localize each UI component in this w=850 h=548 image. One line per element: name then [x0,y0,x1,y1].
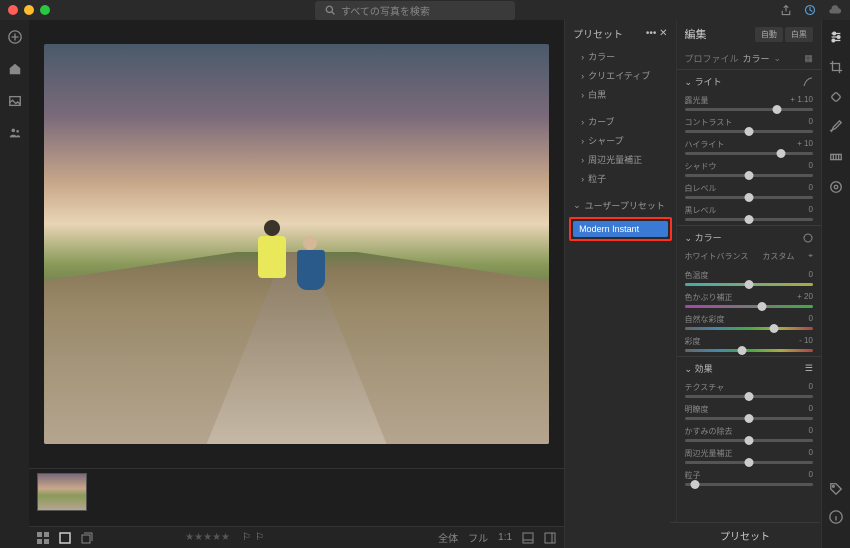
zoom-1to1[interactable]: 1:1 [498,532,512,543]
stack-icon[interactable] [81,532,93,544]
profile-label: プロファイル [685,52,739,65]
radial-gradient-icon[interactable] [829,180,843,194]
chevron-right-icon: › [581,155,584,165]
grid-view-icon[interactable] [37,532,49,544]
people-icon[interactable] [8,126,22,140]
info-toggle-icon[interactable] [544,532,556,544]
close-window[interactable] [8,5,18,15]
home-icon[interactable] [8,62,22,76]
chevron-right-icon: › [581,71,584,81]
chevron-down-icon: ⌄ [685,364,693,374]
chevron-right-icon: › [581,117,584,127]
preset-group[interactable]: ›カラー [565,47,675,66]
auto-button[interactable]: 自動 [755,27,783,42]
selected-preset-highlight: Modern Instant [569,217,671,241]
filmstrip-toggle-icon[interactable] [522,532,534,544]
zoom-fit[interactable]: 全体 [438,530,458,545]
detail-view-icon[interactable] [59,532,71,544]
edit-panel: 編集 自動 白黒 プロファイル カラー ⌄ ▦ ⌄ ライト 露光量+ 1.10コ… [676,20,821,548]
light-section[interactable]: ライト [695,77,722,87]
adjust-icon[interactable] [829,30,843,44]
preset-group[interactable]: ›白黒 [565,85,675,104]
chevron-down-icon: ⌄ [573,200,581,211]
crop-icon[interactable] [829,60,843,74]
canvas-area: ★★★★★ ⚐ ⚐ 全体 フル 1:1 [29,20,564,548]
linear-gradient-icon[interactable] [829,150,843,164]
chevron-down-icon: ⌄ [685,77,693,87]
preset-group[interactable]: ›粒子 [565,169,675,188]
share-icon[interactable] [780,4,792,16]
zoom-full[interactable]: フル [468,530,488,545]
curve-icon[interactable] [803,77,813,87]
slider-ハイライト[interactable]: ハイライト+ 10 [677,137,821,159]
search-icon [325,5,335,15]
search-placeholder: すべての写真を検索 [341,3,430,18]
slider-色かぶり補正[interactable]: 色かぶり補正+ 20 [677,290,821,312]
wb-value[interactable]: カスタム [762,251,794,262]
chevron-down-icon: ⌄ [685,233,693,243]
effects-section[interactable]: 効果 [695,364,713,374]
right-toolbar [821,20,850,548]
color-section[interactable]: カラー [695,233,722,243]
slider-かすみの除去[interactable]: かすみの除去0 [677,424,821,446]
titlebar: すべての写真を検索 [0,0,850,20]
color-wheel-icon[interactable] [803,233,813,243]
slider-色温度[interactable]: 色温度0 [677,268,821,290]
left-sidebar [0,20,29,548]
effects-menu-icon[interactable]: ☰ [805,363,813,374]
cloud-icon[interactable] [828,4,842,16]
preset-group[interactable]: ›周辺光量補正 [565,150,675,169]
slider-白レベル[interactable]: 白レベル0 [677,181,821,203]
slider-露光量[interactable]: 露光量+ 1.10 [677,93,821,115]
star-rating[interactable]: ★★★★★ [185,532,230,543]
search-input[interactable]: すべての写真を検索 [315,1,515,20]
eyedropper-icon[interactable]: ⌖ [808,251,813,262]
preset-group[interactable]: ›シャープ [565,131,675,150]
brush-icon[interactable] [829,120,843,134]
slider-シャドウ[interactable]: シャドウ0 [677,159,821,181]
slider-周辺光量補正[interactable]: 周辺光量補正0 [677,446,821,468]
wb-label: ホワイトバランス [685,251,749,262]
add-icon[interactable] [8,30,22,44]
chevron-right-icon: › [581,174,584,184]
edit-title: 編集 [685,26,707,42]
sync-icon[interactable] [804,4,816,16]
photos-icon[interactable] [8,94,22,108]
bw-button[interactable]: 白黒 [785,27,813,42]
profile-value[interactable]: カラー [743,52,770,65]
thumbnail[interactable] [37,473,87,511]
chevron-down-icon: ⌄ [774,53,782,64]
presets-title: プリセット [573,26,623,41]
window-controls [8,5,50,15]
slider-彩度[interactable]: 彩度- 10 [677,334,821,356]
profile-grid-icon[interactable]: ▦ [804,53,813,64]
chevron-right-icon: › [581,136,584,146]
preset-footer[interactable]: プリセット [670,522,820,548]
preset-group[interactable]: ›クリエイティブ [565,66,675,85]
tag-icon[interactable] [829,482,843,496]
user-presets-group[interactable]: ⌄ ユーザープリセット [565,196,675,215]
heal-icon[interactable] [829,90,843,104]
minimize-window[interactable] [24,5,34,15]
preset-modern-instant[interactable]: Modern Instant [573,221,667,237]
slider-自然な彩度[interactable]: 自然な彩度0 [677,312,821,334]
presets-menu[interactable]: ••• ✕ [646,28,668,39]
slider-黒レベル[interactable]: 黒レベル0 [677,203,821,225]
preset-group[interactable]: ›カーブ [565,112,675,131]
flag-reject-icon[interactable]: ⚐ [255,532,264,543]
main-photo[interactable] [44,44,549,444]
bottom-toolbar: ★★★★★ ⚐ ⚐ 全体 フル 1:1 [29,526,564,548]
slider-明瞭度[interactable]: 明瞭度0 [677,402,821,424]
flag-pick-icon[interactable]: ⚐ [242,532,251,543]
info-icon[interactable] [829,510,843,524]
slider-粒子[interactable]: 粒子0 [677,468,821,490]
chevron-right-icon: › [581,52,584,62]
slider-テクスチャ[interactable]: テクスチャ0 [677,380,821,402]
presets-panel: プリセット ••• ✕ ›カラー›クリエイティブ›白黒 ›カーブ›シャープ›周辺… [564,20,675,548]
maximize-window[interactable] [40,5,50,15]
slider-コントラスト[interactable]: コントラスト0 [677,115,821,137]
filmstrip [29,468,564,526]
chevron-right-icon: › [581,90,584,100]
